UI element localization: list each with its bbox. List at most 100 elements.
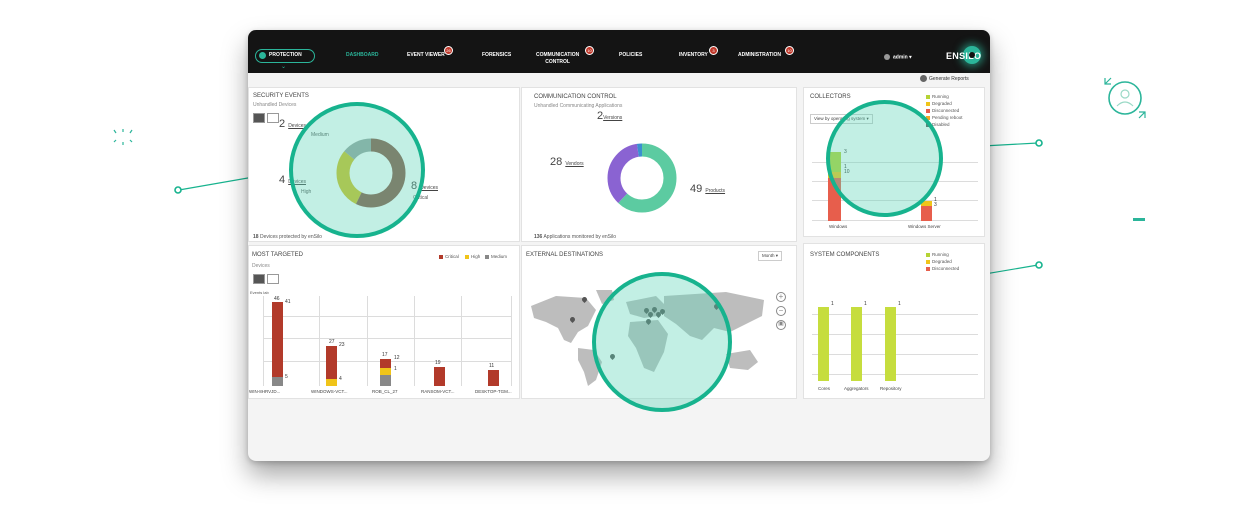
- nav-event-viewer[interactable]: EVENT VIEWER: [407, 52, 445, 58]
- callout-dot-right-bottom: [1035, 261, 1043, 269]
- bar-robcl-medium[interactable]: [380, 375, 391, 386]
- devices-view-icon[interactable]: [253, 113, 265, 123]
- inventory-badge: 3: [709, 46, 718, 55]
- nav-label: POLICIES: [619, 52, 643, 58]
- bar-win8-critical[interactable]: [272, 302, 283, 377]
- user-menu[interactable]: admin ▾: [884, 54, 912, 60]
- x-label: DESKTOP-TGM...: [475, 389, 512, 394]
- nav-forensics[interactable]: FORENSICS: [482, 52, 511, 58]
- nav-inventory[interactable]: INVENTORY: [679, 52, 708, 58]
- most-targeted-value-label: 11: [489, 363, 495, 369]
- panel-title: SYSTEM COMPONENTS: [810, 252, 880, 258]
- most-targeted-value-label: 23: [339, 342, 345, 348]
- nav-policies[interactable]: POLICIES: [619, 52, 642, 58]
- grid-line: [367, 296, 368, 386]
- collectors-value-label: 3: [934, 202, 937, 208]
- bar-windows-server-disconnected[interactable]: [921, 206, 932, 221]
- versions-count[interactable]: 2Versions: [597, 110, 622, 122]
- most-targeted-value-label: 4: [339, 376, 342, 382]
- most-targeted-value-label: 17: [382, 352, 388, 358]
- most-targeted-value-label: 1: [394, 366, 397, 372]
- x-label: Windows: [829, 224, 848, 229]
- panel-title: COLLECTORS: [810, 94, 851, 100]
- system-components-value-label: 1: [864, 301, 867, 307]
- most-targeted-value-label: 19: [435, 360, 441, 366]
- most-targeted-value-label: 12: [394, 355, 400, 361]
- legend-disconnected: Disconnected: [926, 266, 959, 271]
- select-value: Month: [762, 253, 775, 258]
- communication-control-badge: 10: [585, 46, 594, 55]
- most-targeted-value-label: 5: [285, 374, 288, 380]
- nav-label: ADMINISTRATION: [738, 52, 781, 58]
- nav-communication-control[interactable]: COMMUNICATION CONTROL: [536, 52, 579, 66]
- bar-repository-running[interactable]: [885, 307, 896, 381]
- bar-robcl-critical[interactable]: [380, 359, 391, 368]
- y-axis-label: Events lab: [250, 290, 269, 295]
- legend-high: High: [465, 254, 480, 259]
- communication-control-panel: COMMUNICATION CONTROL Unhandled Communic…: [521, 87, 797, 242]
- bar-aggregators-running[interactable]: [851, 307, 862, 381]
- list-view-icon[interactable]: [267, 274, 279, 284]
- callout-dot-right-top: [1035, 139, 1043, 147]
- magnifier-halo-security-events: [289, 102, 425, 238]
- report-icon: [920, 75, 927, 82]
- zoom-in-icon[interactable]: +: [776, 292, 786, 302]
- legend-pending-reboot: Pending reboot: [926, 115, 963, 120]
- legend-degraded: Degraded: [926, 259, 952, 264]
- panel-subtitle: Devices: [252, 263, 270, 269]
- panel-title: EXTERNAL DESTINATIONS: [526, 252, 604, 258]
- list-view-icon[interactable]: [267, 113, 279, 123]
- callout-dot-left: [174, 186, 182, 194]
- grid-line: [414, 296, 415, 386]
- grid-line: [263, 316, 511, 317]
- devices-view-icon[interactable]: [253, 274, 265, 284]
- most-targeted-value-label: 46: [274, 296, 280, 302]
- bar-windows-high[interactable]: [326, 379, 337, 386]
- legend-critical: Critical: [439, 254, 459, 259]
- magnifier-halo-external-destinations: [592, 272, 732, 412]
- nav-label: INVENTORY: [679, 52, 708, 58]
- generate-reports-link[interactable]: Generate Reports: [920, 75, 969, 82]
- logo-dot: [969, 52, 975, 58]
- system-components-panel: SYSTEM COMPONENTS Running Degraded Disco…: [803, 243, 985, 399]
- administration-badge: 10: [785, 46, 794, 55]
- top-navigation-bar: PROTECTION ⌄ DASHBOARD EVENT VIEWER 26 F…: [248, 30, 990, 73]
- user-name: admin: [893, 54, 908, 61]
- protection-label: PROTECTION: [269, 52, 302, 58]
- grid-line: [461, 296, 462, 386]
- vendors-count[interactable]: 28 Vendors: [550, 156, 584, 168]
- fit-view-icon[interactable]: ▣: [776, 320, 786, 330]
- nav-dashboard[interactable]: DASHBOARD: [346, 52, 379, 58]
- x-label: Aggregators: [844, 386, 869, 391]
- products-count[interactable]: 49 Products: [690, 183, 725, 195]
- nav-label: DASHBOARD: [346, 52, 379, 58]
- period-select[interactable]: Month ▾: [758, 251, 783, 261]
- system-components-value-label: 1: [898, 301, 901, 307]
- nav-administration[interactable]: ADMINISTRATION: [738, 52, 781, 58]
- bar-robcl-high[interactable]: [380, 368, 391, 375]
- zoom-out-icon[interactable]: −: [776, 306, 786, 316]
- panel-subtitle: Unhandled Devices: [253, 102, 297, 108]
- legend-running: Running: [926, 252, 949, 257]
- x-label: Windows Server: [908, 224, 941, 229]
- legend-medium: Medium: [485, 254, 507, 259]
- x-label: WINDOWS-VCT...: [311, 389, 348, 394]
- communication-control-donut: [607, 143, 677, 213]
- bar-win8-medium[interactable]: [272, 377, 283, 386]
- grid-line: [511, 296, 512, 386]
- chevron-down-icon[interactable]: ⌄: [281, 64, 286, 70]
- security-events-footer: 18 Devices protected by enSilo: [253, 234, 322, 240]
- bar-desktop-critical[interactable]: [488, 370, 499, 386]
- nav-label: COMMUNICATION: [536, 52, 580, 58]
- most-targeted-value-label: 27: [329, 339, 335, 345]
- bar-windows-critical[interactable]: [326, 346, 337, 379]
- protection-dot-icon: [259, 52, 266, 59]
- panel-title: SECURITY EVENTS: [253, 93, 309, 99]
- most-targeted-panel: MOST TARGETED Devices Events lab Critica…: [248, 245, 520, 399]
- x-label: Cores: [818, 386, 831, 391]
- grid-line: [263, 296, 264, 386]
- bar-ransom-critical[interactable]: [434, 367, 445, 386]
- protection-button[interactable]: PROTECTION: [255, 49, 315, 63]
- ensilo-logo: ENSILO: [946, 51, 982, 61]
- bar-cores-running[interactable]: [818, 307, 829, 381]
